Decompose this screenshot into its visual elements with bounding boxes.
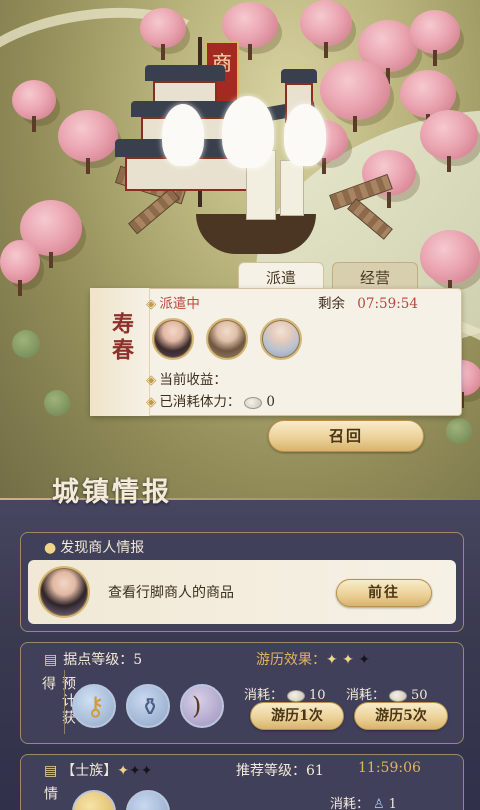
- scroll-icon: ▤: [44, 652, 58, 668]
- merchant-avatar: [38, 566, 90, 618]
- clan-cost-row: 消耗： ♙ 1: [330, 793, 397, 810]
- travel-effect-row: 游历效果：✦ ✦ ✦: [256, 649, 370, 669]
- stamina-icon: [389, 689, 408, 702]
- stronghold-level-row: ▤ 据点等级：5: [44, 649, 142, 669]
- blossom-tree: [320, 60, 390, 120]
- vase-item-icon[interactable]: ⚱: [126, 684, 170, 728]
- cost-value-1: 10: [309, 688, 326, 703]
- vase-icon: ⚱: [140, 693, 161, 721]
- clan-label: 【士族】: [61, 763, 118, 779]
- bow-item-icon[interactable]: ): [180, 684, 224, 728]
- remaining-time: 07:59:54: [357, 296, 418, 312]
- key-icon: ⚷: [86, 692, 106, 722]
- pouch-icon: ●: [44, 540, 57, 556]
- travel-five-button[interactable]: 游历5次: [354, 702, 448, 730]
- character-avatar-1[interactable]: [152, 318, 194, 360]
- income-label: 当前收益：: [159, 372, 227, 388]
- travel-once-button[interactable]: 游历1次: [250, 702, 344, 730]
- clan-row: ▤ 【士族】✦✦✦: [44, 760, 152, 780]
- cost-label-2: 消耗：: [346, 688, 386, 703]
- dispatch-status: 派遣中: [159, 296, 200, 312]
- income-row: ◈ 当前收益：: [146, 368, 227, 388]
- stamina-value: 0: [266, 394, 275, 410]
- remaining-label: 剩余: [318, 296, 345, 312]
- recommend-level: 推荐等级：61: [236, 763, 324, 779]
- blossom-tree: [12, 80, 56, 120]
- blossom-tree: [420, 110, 478, 160]
- goto-merchant-button[interactable]: 前往: [336, 579, 432, 607]
- stamina-icon: [287, 689, 306, 702]
- clan-cost-label: 消耗：: [330, 797, 370, 810]
- scroll-icon: ▤: [44, 763, 58, 779]
- status-row: ◈ 派遣中: [146, 292, 200, 312]
- stamina-label: 已消耗体力：: [159, 394, 241, 410]
- clan-star-empty-icon: ✦✦: [128, 763, 153, 779]
- figure-icon: ♙: [373, 797, 385, 810]
- cost-1-row: 消耗： 10: [244, 684, 326, 703]
- merchant-title: 发现商人情报: [60, 540, 145, 556]
- clan-side-label: 情: [42, 786, 58, 803]
- cost-value-2: 50: [411, 688, 428, 703]
- recall-button[interactable]: 召回: [268, 420, 424, 452]
- merchant-title-row: ● 发现商人情报: [44, 537, 144, 557]
- side-divider: [64, 670, 65, 734]
- merchant-desc: 查看行脚商人的商品: [108, 585, 234, 601]
- character-avatar-3[interactable]: [260, 318, 302, 360]
- diamond-icon: ◈: [146, 296, 157, 312]
- stronghold-level: 据点等级：5: [63, 652, 143, 668]
- boat-sail: [280, 160, 304, 216]
- diamond-icon: ◈: [146, 372, 157, 388]
- green-tree: [12, 330, 40, 358]
- effect-star-icon: ✦: [326, 652, 338, 668]
- blossom-tree: [420, 230, 480, 284]
- character-silhouette: [162, 104, 204, 166]
- cost-5-row: 消耗： 50: [346, 684, 428, 703]
- effect-star-empty-icon: ✦: [353, 652, 371, 668]
- clan-timer: 11:59:06: [358, 760, 421, 776]
- character-avatar-2[interactable]: [206, 318, 248, 360]
- travel-effect-label: 游历效果：: [256, 652, 326, 668]
- character-silhouette: [222, 96, 274, 168]
- character-silhouette: [284, 104, 326, 166]
- clan-star-icon: ✦: [117, 763, 129, 779]
- blossom-tree: [410, 10, 460, 54]
- castle-wall: [153, 81, 217, 103]
- key-item-icon[interactable]: ⚷: [72, 684, 116, 728]
- clan-cost-value: 1: [388, 797, 397, 810]
- stamina-icon: [244, 396, 263, 409]
- city-name: 寿春: [108, 312, 134, 364]
- green-tree: [44, 390, 70, 416]
- castle-roof: [145, 65, 225, 81]
- blossom-tree: [0, 240, 40, 284]
- cost-label-1: 消耗：: [244, 688, 284, 703]
- remaining-row: 剩余 07:59:54: [318, 292, 418, 312]
- green-tree: [446, 418, 472, 444]
- bow-icon: ): [192, 692, 202, 720]
- city-info-title: 城镇情报: [52, 477, 172, 508]
- effect-star-icon: ✦: [337, 652, 354, 668]
- diamond-icon: ◈: [146, 394, 157, 410]
- stamina-row: ◈ 已消耗体力： 0: [146, 390, 275, 410]
- tower-roof: [281, 69, 317, 83]
